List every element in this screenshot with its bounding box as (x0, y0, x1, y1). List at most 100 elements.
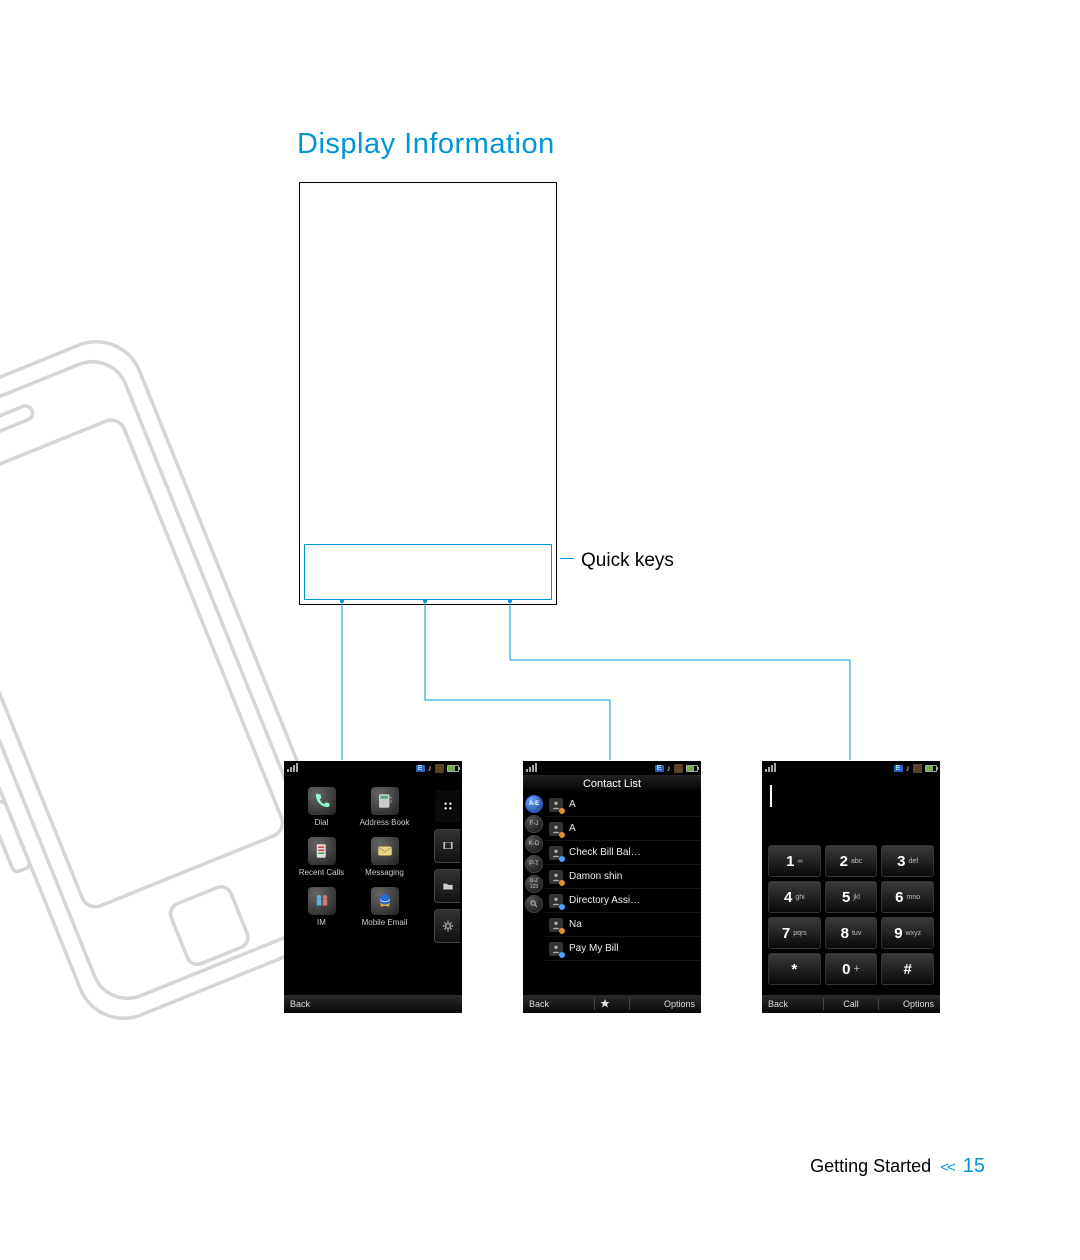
contact-icon (549, 822, 563, 836)
status-bar: E ♪ (523, 761, 701, 775)
contact-icon (549, 918, 563, 932)
dial-input[interactable] (762, 775, 940, 817)
chevron-left-icon: << (940, 1159, 954, 1176)
softkey-call[interactable]: Call (824, 999, 879, 1009)
contact-icon (549, 942, 563, 956)
contact-name: Damon shin (569, 871, 622, 882)
app-im[interactable]: IM (290, 887, 353, 927)
key-0[interactable]: 0+ (825, 953, 878, 985)
app-recent-calls[interactable]: Recent Calls (290, 837, 353, 877)
app-address-book[interactable]: Address Book (353, 787, 416, 827)
network-badge: E (416, 765, 425, 772)
key-1[interactable]: 1∞ (768, 845, 821, 877)
key-7[interactable]: 7pqrs (768, 917, 821, 949)
key-2[interactable]: 2abc (825, 845, 878, 877)
softkey-back[interactable]: Back (762, 999, 823, 1009)
key-3[interactable]: 3def (881, 845, 934, 877)
music-icon: ♪ (667, 763, 672, 773)
alpha-tab[interactable]: F-J (525, 815, 543, 833)
contact-name: Pay My Bill (569, 943, 618, 954)
network-badge: E (655, 765, 664, 772)
contact-row[interactable]: Directory Assi… (545, 889, 701, 913)
softkey-bar: Back (284, 995, 462, 1013)
contact-row[interactable]: Na (545, 913, 701, 937)
text-cursor (770, 785, 772, 807)
key-star[interactable]: * (768, 953, 821, 985)
softkey-options[interactable]: Options (630, 999, 701, 1009)
display-schematic (299, 182, 557, 605)
app-label: IM (317, 918, 326, 927)
page-number: 15 (963, 1155, 985, 1177)
contact-list: A A Check Bill Bal… Damon shin Directory… (545, 793, 701, 995)
alpha-tab-search[interactable] (525, 895, 543, 913)
softkey-bar: Back Options (523, 995, 701, 1013)
contact-row[interactable]: Pay My Bill (545, 937, 701, 961)
side-tab-settings[interactable] (434, 909, 460, 943)
side-tab-rail (432, 787, 462, 989)
key-6[interactable]: 6mno (881, 881, 934, 913)
app-label: Messaging (365, 868, 404, 877)
contact-row[interactable]: Damon shin (545, 865, 701, 889)
contact-row[interactable]: A (545, 817, 701, 841)
alpha-tab[interactable]: A-E (525, 795, 543, 813)
contact-icon (549, 870, 563, 884)
page-footer: Getting Started << 15 (810, 1155, 985, 1178)
contact-name: A (569, 823, 576, 834)
screenshot-main-menu: E ♪ Dial Address Book Recent Calls Messa… (284, 761, 462, 1013)
key-hash[interactable]: # (881, 953, 934, 985)
mobile-email-icon (371, 887, 399, 915)
side-tab-apps[interactable] (434, 789, 460, 823)
side-tab-folder[interactable] (434, 869, 460, 903)
battery-icon (686, 765, 698, 772)
softkey-favorite[interactable] (595, 997, 629, 1011)
screenshot-contact-list: E ♪ Contact List A-E F-J K-O P-T U-Z 123… (523, 761, 701, 1013)
status-misc-icon (674, 764, 683, 773)
alpha-index-rail: A-E F-J K-O P-T U-Z 123 (523, 793, 545, 995)
status-misc-icon (435, 764, 444, 773)
contact-icon (549, 798, 563, 812)
page-title: Display Information (297, 128, 555, 161)
address-book-icon (371, 787, 399, 815)
softkey-bar: Back Call Options (762, 995, 940, 1013)
key-8[interactable]: 8tuv (825, 917, 878, 949)
contact-name: Na (569, 919, 582, 930)
footer-section: Getting Started (810, 1156, 931, 1176)
signal-icon (765, 763, 776, 774)
key-9[interactable]: 9wxyz (881, 917, 934, 949)
alpha-tab[interactable]: P-T (525, 855, 543, 873)
side-tab-media[interactable] (434, 829, 460, 863)
screenshot-dialer: E ♪ 1∞ 2abc 3def 4ghi 5jkl 6mno 7pqrs 8t… (762, 761, 940, 1013)
battery-icon (447, 765, 459, 772)
signal-icon (287, 763, 298, 774)
dial-keypad: 1∞ 2abc 3def 4ghi 5jkl 6mno 7pqrs 8tuv 9… (768, 845, 934, 985)
battery-icon (925, 765, 937, 772)
softkey-back[interactable]: Back (523, 999, 594, 1009)
app-messaging[interactable]: Messaging (353, 837, 416, 877)
app-label: Recent Calls (299, 868, 344, 877)
contact-name: A (569, 799, 576, 810)
status-misc-icon (913, 764, 922, 773)
im-icon (308, 887, 336, 915)
app-label: Dial (315, 818, 329, 827)
alpha-tab[interactable]: K-O (525, 835, 543, 853)
screen-title: Contact List (523, 775, 701, 793)
contact-row[interactable]: Check Bill Bal… (545, 841, 701, 865)
softkey-options[interactable]: Options (879, 999, 940, 1009)
quick-keys-area (304, 544, 552, 600)
app-dial[interactable]: Dial (290, 787, 353, 827)
app-label: Mobile Email (362, 918, 408, 927)
app-label: Address Book (360, 818, 410, 827)
alpha-tab[interactable]: U-Z 123 (525, 875, 543, 893)
contact-name: Check Bill Bal… (569, 847, 641, 858)
key-5[interactable]: 5jkl (825, 881, 878, 913)
contact-icon (549, 846, 563, 860)
app-mobile-email[interactable]: Mobile Email (353, 887, 416, 927)
contact-row[interactable]: A (545, 793, 701, 817)
messaging-icon (371, 837, 399, 865)
softkey-back[interactable]: Back (284, 999, 462, 1009)
phone-icon (308, 787, 336, 815)
key-4[interactable]: 4ghi (768, 881, 821, 913)
contact-name: Directory Assi… (569, 895, 640, 906)
status-bar: E ♪ (762, 761, 940, 775)
network-badge: E (894, 765, 903, 772)
